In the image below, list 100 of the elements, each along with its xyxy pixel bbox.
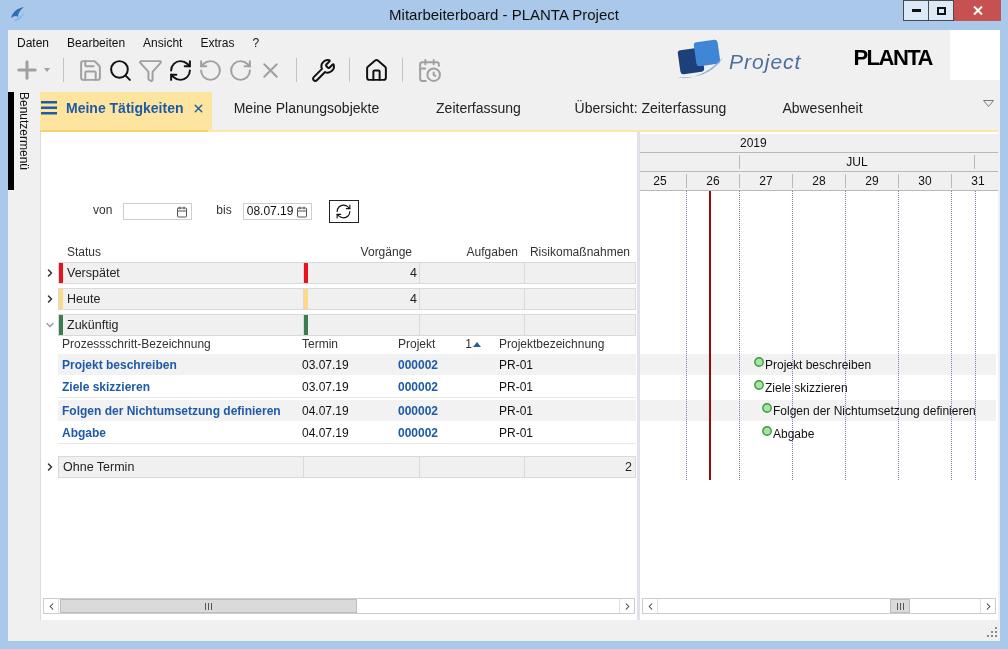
maximize-icon <box>936 6 946 15</box>
table-cell: PR-01 <box>499 357 533 372</box>
task-link[interactable]: Ziele skizzieren <box>62 380 151 394</box>
caret-icon <box>43 68 50 72</box>
column-header[interactable]: Risikomaßnahmen <box>529 245 630 259</box>
milestone-icon[interactable] <box>762 403 772 413</box>
milestone-icon[interactable] <box>754 357 764 367</box>
day-label: 26 <box>706 173 720 190</box>
day-label: 28 <box>812 173 826 190</box>
sidebar-tab[interactable]: Benutzermenü <box>8 92 30 190</box>
group-label: Verspätet <box>66 264 120 282</box>
table-row[interactable]: Folgen der Nichtumsetzung definieren 04.07.19 000002 PR-01 <box>58 400 636 421</box>
menu-item[interactable]: Bearbeiten <box>58 34 135 52</box>
menu-item[interactable]: Daten <box>8 34 59 52</box>
group-label: Zukünftig <box>66 316 119 334</box>
calendar-icon[interactable] <box>176 205 189 218</box>
column-header[interactable]: Vorgänge <box>360 245 412 259</box>
grip-icon <box>896 602 904 610</box>
filter-icon <box>137 57 163 83</box>
save-icon <box>77 57 103 83</box>
field-label: von <box>93 201 113 219</box>
minimize-icon <box>911 9 921 12</box>
table-cell: PR-01 <box>499 380 533 394</box>
task-link[interactable]: Abgabe <box>62 426 106 440</box>
day-label: 31 <box>971 173 985 190</box>
calendar-icon[interactable] <box>295 205 308 218</box>
day-label: 27 <box>759 173 773 190</box>
column-header[interactable]: Projekt <box>398 337 436 352</box>
table-cell-text: 4 <box>410 264 418 282</box>
column-header[interactable]: Prozessschritt-Bezeichnung <box>62 337 211 352</box>
tab[interactable]: Zeiterfassung <box>392 92 565 130</box>
milestone-icon[interactable] <box>762 426 772 436</box>
scrollbar-thumb[interactable] <box>60 599 357 613</box>
menu-item[interactable]: ? <box>243 34 269 52</box>
column-header[interactable]: Status <box>67 245 102 259</box>
milestone-label: Ziele skizzieren <box>765 381 848 395</box>
calendar-clock-icon <box>416 57 442 83</box>
menu-icon[interactable] <box>41 101 57 115</box>
day-label: 29 <box>865 173 879 190</box>
menu-item[interactable]: Ansicht <box>134 34 192 52</box>
header-panel <box>950 30 1000 80</box>
table-cell: PR-01 <box>499 403 533 418</box>
tab[interactable]: Abwesenheit <box>736 92 909 130</box>
maximize-button[interactable] <box>929 0 954 21</box>
grip-icon <box>205 602 212 610</box>
menu-item[interactable]: Extras <box>191 34 244 52</box>
milestone-label: Folgen der Nichtumsetzung definieren <box>773 404 976 418</box>
table-cell: PR-01 <box>499 426 533 440</box>
logo-text: Project <box>729 49 802 76</box>
minimize-button[interactable] <box>903 0 929 21</box>
milestone-label: Projekt beschreiben <box>765 358 872 372</box>
table-cell: 04.07.19 <box>302 426 349 440</box>
column-header[interactable]: Termin <box>302 337 338 352</box>
group-row[interactable]: Verspätet 4 <box>58 262 636 284</box>
logo-icon <box>675 37 726 81</box>
table-cell-text: 2 <box>625 458 633 476</box>
milestone-icon[interactable] <box>754 380 764 390</box>
home-icon <box>363 57 389 83</box>
resize-grip-icon[interactable] <box>987 627 998 638</box>
milestone-label: Abgabe <box>773 427 815 441</box>
group-label: Ohne Termin <box>62 458 135 476</box>
wrench-icon <box>310 57 336 83</box>
task-link[interactable]: Projekt beschreiben <box>62 357 177 372</box>
close-button[interactable] <box>954 0 1001 21</box>
brand-logo: PLANTA <box>853 43 932 72</box>
tab[interactable]: Meine Planungsobjekte <box>220 92 393 130</box>
date-field[interactable] <box>123 203 193 220</box>
group-label: Heute <box>66 290 101 308</box>
table-cell: 03.07.19 <box>302 380 349 394</box>
group-row[interactable]: Heute 4 <box>58 288 636 310</box>
app-icon[interactable] <box>9 5 26 22</box>
redo-icon <box>227 57 253 83</box>
day-label: 25 <box>653 173 667 190</box>
sort-rank: 1 <box>465 337 472 352</box>
window-title: Mitarbeiterboard - PLANTA Project <box>389 5 619 25</box>
undo-icon <box>197 57 223 83</box>
table-cell: 04.07.19 <box>302 403 349 418</box>
search-icon <box>107 57 133 83</box>
group-row[interactable]: Ohne Termin 2 <box>58 456 636 478</box>
table-cell: 03.07.19 <box>302 357 349 372</box>
project-link[interactable]: 000002 <box>398 357 439 372</box>
column-header[interactable]: Projektbezeichnung <box>499 337 605 352</box>
refresh-icon <box>167 57 193 83</box>
table-row[interactable]: Projekt beschreiben 03.07.19 000002 PR-01 <box>58 354 636 375</box>
project-link[interactable]: 000002 <box>398 380 439 394</box>
tab[interactable]: Übersicht: Zeiterfassung <box>564 92 737 130</box>
scrollbar-thumb[interactable] <box>890 599 910 613</box>
project-link[interactable]: 000002 <box>398 426 439 440</box>
field-label: bis <box>216 201 232 219</box>
project-link[interactable]: 000002 <box>398 403 439 418</box>
dropdown-icon[interactable] <box>983 100 994 107</box>
tab[interactable]: Meine Tätigkeiten <box>40 92 213 130</box>
date-field[interactable]: 08.07.19 <box>242 203 312 220</box>
table-cell-text: 4 <box>410 290 418 308</box>
month-label: JUL <box>846 154 868 171</box>
refresh-button[interactable] <box>328 200 359 223</box>
task-link[interactable]: Folgen der Nichtumsetzung definieren <box>62 403 281 418</box>
column-header[interactable]: Aufgaben <box>466 245 518 259</box>
group-row[interactable]: Zukünftig <box>58 314 636 336</box>
year-label: 2019 <box>740 135 767 152</box>
